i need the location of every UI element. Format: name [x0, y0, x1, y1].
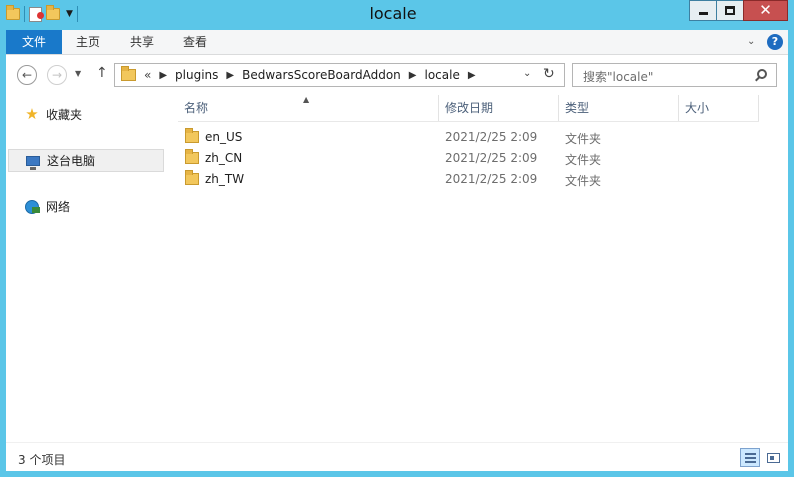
file-list: ▲ 名称 修改日期 类型 大小 en_US 2021/2/25 2:09 文件夹…: [166, 95, 788, 442]
address-history-chevron-icon[interactable]: ⌄: [523, 68, 531, 79]
sidebar-item-this-pc[interactable]: 这台电脑: [8, 149, 164, 172]
ribbon-tab-bar: 文件 主页 共享 查看 ⌄ ?: [6, 30, 788, 55]
maximize-button[interactable]: [716, 0, 743, 21]
file-date: 2021/2/25 2:09: [445, 151, 538, 165]
computer-icon: [25, 153, 41, 170]
maximize-icon: [725, 6, 735, 15]
file-type: 文件夹: [565, 132, 602, 146]
breadcrumb-bedwars[interactable]: BedwarsScoreBoardAddon: [242, 68, 401, 82]
folder-icon: [185, 170, 199, 185]
title-bar: ▼ locale ✕: [0, 0, 794, 30]
chevron-right-icon[interactable]: ▶: [226, 70, 234, 81]
tab-file[interactable]: 文件: [6, 30, 62, 54]
breadcrumb-locale[interactable]: locale: [424, 68, 459, 82]
file-date: 2021/2/25 2:09: [445, 172, 538, 186]
file-date: 2021/2/25 2:09: [445, 130, 538, 144]
folder-icon: [121, 66, 136, 81]
item-count: 3 个项目: [18, 453, 66, 467]
navigation-bar: ← → ▼ ↑ « ▶ plugins ▶ BedwarsScoreBoardA…: [6, 55, 788, 95]
help-icon[interactable]: ?: [767, 34, 783, 50]
column-header-type[interactable]: 类型: [559, 95, 679, 121]
sidebar-item-label: 收藏夹: [46, 108, 83, 122]
folder-icon: [185, 149, 199, 164]
column-header-size[interactable]: 大小: [679, 95, 759, 121]
file-type: 文件夹: [565, 174, 602, 188]
tab-share[interactable]: 共享: [120, 30, 164, 54]
search-input[interactable]: 搜索"locale": [572, 63, 777, 87]
status-bar: 3 个项目: [6, 442, 788, 471]
close-button[interactable]: ✕: [743, 0, 788, 21]
refresh-icon[interactable]: ↻: [543, 66, 555, 82]
window-title: locale: [369, 4, 417, 23]
navigation-pane: ★ 收藏夹 这台电脑 网络: [6, 95, 166, 442]
back-button[interactable]: ←: [17, 65, 37, 85]
star-icon: ★: [25, 105, 39, 123]
search-icon[interactable]: [757, 69, 767, 79]
breadcrumb: « ▶ plugins ▶ BedwarsScoreBoardAddon ▶ l…: [144, 68, 484, 82]
tab-home[interactable]: 主页: [66, 30, 110, 54]
tab-view[interactable]: 查看: [173, 30, 217, 54]
large-icons-view-icon: [767, 453, 780, 463]
breadcrumb-overflow[interactable]: «: [144, 68, 151, 82]
sidebar-item-label: 这台电脑: [47, 154, 96, 168]
search-placeholder: 搜索"locale": [583, 70, 654, 84]
details-view-button[interactable]: [740, 448, 760, 467]
column-header-name[interactable]: 名称: [178, 95, 439, 121]
address-bar[interactable]: « ▶ plugins ▶ BedwarsScoreBoardAddon ▶ l…: [114, 63, 565, 87]
sidebar-item-favorites[interactable]: ★ 收藏夹: [8, 103, 164, 126]
expand-ribbon-chevron-icon[interactable]: ⌄: [747, 36, 755, 47]
explorer-body: ★ 收藏夹 这台电脑 网络 ▲ 名称 修改日期 类型 大小 en_US 2021…: [6, 95, 788, 442]
folder-icon: [185, 128, 199, 143]
minimize-button[interactable]: [689, 0, 716, 21]
network-icon: [24, 199, 40, 215]
table-row[interactable]: zh_CN 2021/2/25 2:09 文件夹: [178, 148, 759, 169]
file-name: en_US: [205, 130, 243, 144]
header-divider: [178, 121, 759, 122]
breadcrumb-plugins[interactable]: plugins: [175, 68, 218, 82]
recent-locations-chevron-icon[interactable]: ▼: [75, 69, 81, 78]
table-row[interactable]: en_US 2021/2/25 2:09 文件夹: [178, 127, 759, 148]
forward-button[interactable]: →: [47, 65, 67, 85]
sidebar-item-label: 网络: [46, 200, 71, 214]
column-header-date[interactable]: 修改日期: [439, 95, 559, 121]
details-view-icon: [745, 453, 756, 463]
file-type: 文件夹: [565, 153, 602, 167]
file-name: zh_CN: [205, 151, 243, 165]
file-name: zh_TW: [205, 172, 245, 186]
large-icons-view-button[interactable]: [763, 448, 783, 467]
chevron-right-icon[interactable]: ▶: [409, 70, 417, 81]
up-arrow-icon[interactable]: ↑: [96, 65, 108, 81]
sidebar-item-network[interactable]: 网络: [8, 195, 164, 218]
minimize-icon: [698, 12, 708, 15]
table-row[interactable]: zh_TW 2021/2/25 2:09 文件夹: [178, 169, 759, 190]
close-icon: ✕: [759, 1, 772, 19]
chevron-right-icon: ▶: [159, 69, 168, 81]
chevron-right-icon[interactable]: ▶: [468, 70, 476, 81]
